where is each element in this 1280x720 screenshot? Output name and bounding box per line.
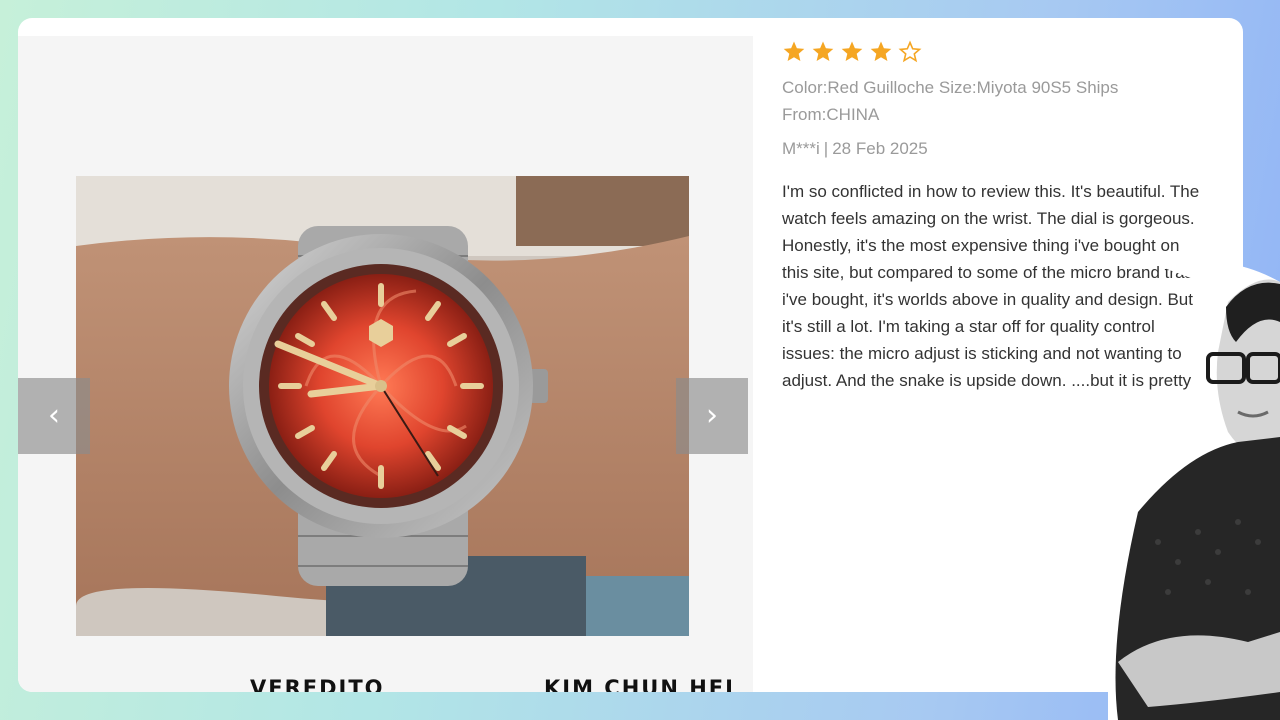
review-body-line: Honestly, it's the most expensive thing … <box>782 236 1180 255</box>
presenter-photo <box>1108 262 1280 720</box>
review-body-line: I'm so conflicted in how to review this.… <box>782 182 1200 201</box>
review-card: ‹ › VEREDITO KIM CHUN HEI Color:Red Guil… <box>18 18 1243 692</box>
review-photo[interactable] <box>76 176 689 636</box>
image-gallery: ‹ › VEREDITO KIM CHUN HEI <box>18 36 753 692</box>
caption-verdict: VEREDITO <box>250 676 385 692</box>
review-body-line: watch feels amazing on the wrist. The di… <box>782 209 1195 228</box>
ships-from-line: From:CHINA <box>782 105 880 124</box>
chevron-right-icon: › <box>706 398 718 433</box>
presenter-cutout <box>1108 262 1280 720</box>
star-rating <box>782 38 1242 66</box>
watch-on-wrist-image <box>76 176 689 636</box>
review-author-line: M***i | 28 Feb 2025 <box>782 138 1242 160</box>
star-filled-icon <box>870 41 892 61</box>
review-date: 28 Feb 2025 <box>832 139 928 158</box>
star-filled-icon <box>841 41 863 61</box>
previous-image-button[interactable]: ‹ <box>18 378 90 454</box>
star-filled-icon <box>783 41 805 61</box>
separator: | <box>823 139 829 158</box>
variant-line: Color:Red Guilloche Size:Miyota 90S5 Shi… <box>782 78 1119 97</box>
product-variant-info: Color:Red Guilloche Size:Miyota 90S5 Shi… <box>782 74 1152 128</box>
next-image-button[interactable]: › <box>676 378 748 454</box>
chevron-left-icon: ‹ <box>48 398 60 433</box>
star-filled-icon <box>812 41 834 61</box>
review-author: M***i <box>782 139 820 158</box>
caption-presenter-name: KIM CHUN HEI <box>544 676 735 692</box>
star-empty-icon <box>898 40 922 63</box>
